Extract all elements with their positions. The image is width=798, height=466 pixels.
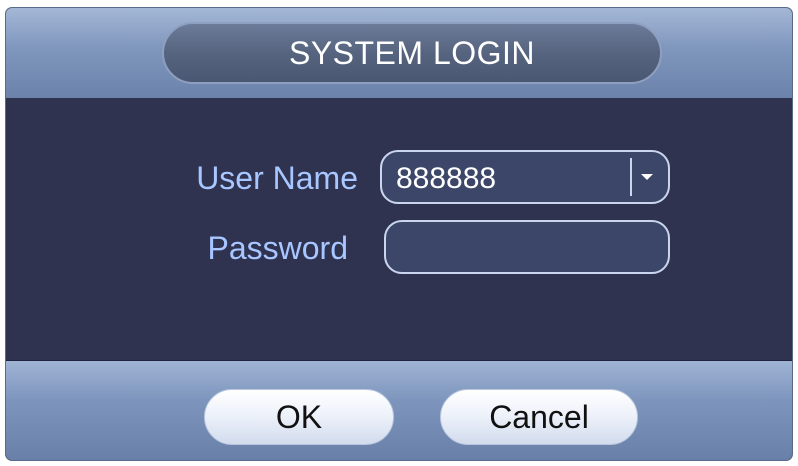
login-dialog: SYSTEM LOGIN User Name 888888 Password O… bbox=[6, 8, 792, 460]
title-bar: SYSTEM LOGIN bbox=[6, 8, 792, 98]
dialog-title: SYSTEM LOGIN bbox=[162, 22, 662, 84]
password-label: Password bbox=[207, 230, 349, 266]
password-field[interactable] bbox=[384, 220, 670, 274]
username-label: User Name bbox=[196, 160, 358, 196]
chevron-down-icon[interactable] bbox=[630, 158, 662, 196]
form-area: User Name 888888 Password bbox=[6, 98, 792, 360]
username-select[interactable]: 888888 bbox=[380, 150, 670, 204]
button-bar: OK Cancel bbox=[6, 360, 792, 460]
username-value: 888888 bbox=[396, 162, 497, 195]
cancel-button[interactable]: Cancel bbox=[440, 389, 638, 445]
ok-button[interactable]: OK bbox=[204, 389, 394, 445]
